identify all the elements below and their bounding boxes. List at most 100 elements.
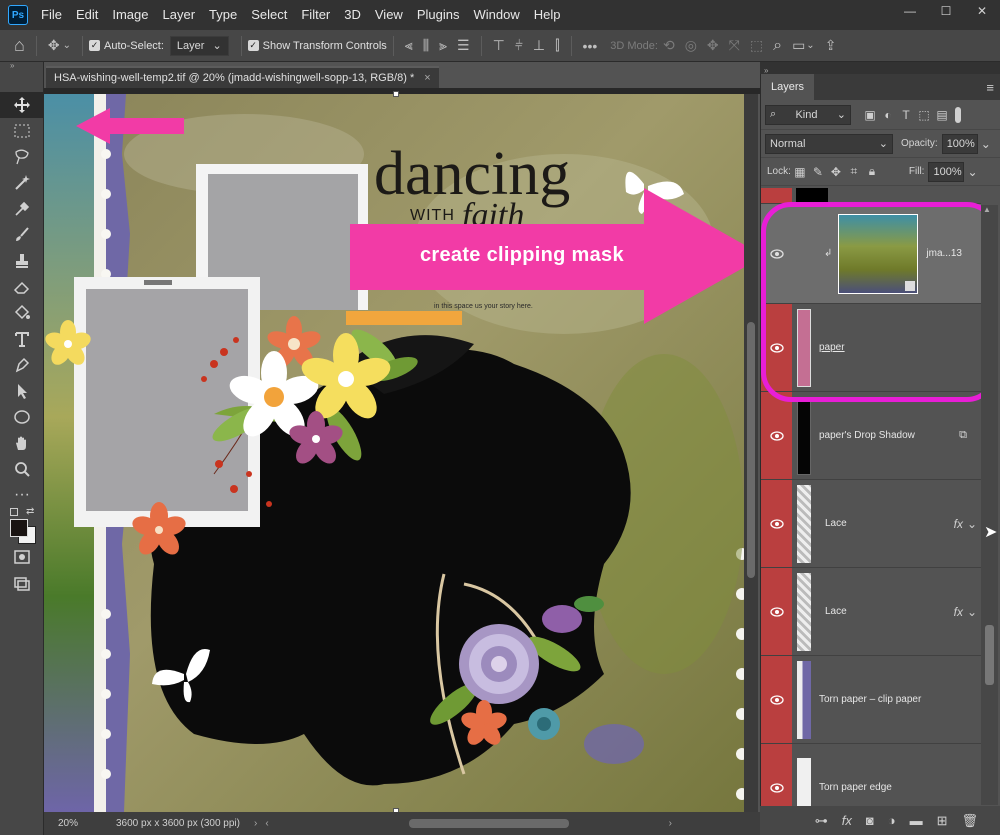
maximize-button[interactable]: ☐: [928, 0, 964, 22]
align-vertical-icon[interactable]: ☰: [457, 37, 470, 54]
auto-select-dropdown[interactable]: Layer ⌄: [169, 35, 229, 56]
chevron-down-icon[interactable]: ⌄: [63, 40, 71, 51]
scale-3d-icon[interactable]: ⬚: [750, 37, 763, 54]
new-group-icon[interactable]: ▬: [910, 813, 923, 828]
canvas-horizontal-scrollbar[interactable]: [408, 819, 569, 828]
screen-mode-tool[interactable]: [0, 570, 44, 596]
chevron-down-icon[interactable]: ⌄: [967, 605, 977, 619]
photoshop-logo-icon[interactable]: Ps: [8, 5, 28, 25]
lock-all-icon[interactable]: 🔒︎: [863, 163, 881, 181]
distribute-icon[interactable]: ⫿: [555, 37, 559, 54]
layer-row[interactable]: Lace fx ⌄: [761, 568, 981, 656]
visibility-cell[interactable]: [761, 744, 792, 806]
fx-icon[interactable]: fx: [954, 605, 963, 619]
smart-object-filter-icon[interactable]: ▤: [933, 106, 951, 124]
lasso-tool[interactable]: [0, 144, 44, 170]
close-tab-icon[interactable]: ×: [424, 72, 430, 84]
foreground-color-swatch[interactable]: [10, 519, 28, 537]
opacity-input[interactable]: 100%: [941, 133, 978, 154]
scroll-left-icon[interactable]: ‹: [265, 818, 268, 829]
orbit-icon[interactable]: ⟲: [663, 37, 675, 54]
swap-colors-icon[interactable]: ⇄: [26, 506, 34, 517]
align-bottom-icon[interactable]: ⊥: [533, 37, 545, 54]
chevron-down-icon[interactable]: ⌄: [806, 40, 814, 51]
visibility-cell[interactable]: [761, 188, 792, 203]
more-options-button[interactable]: •••: [583, 38, 598, 54]
hand-tool[interactable]: [0, 430, 44, 456]
lock-position-icon[interactable]: ✥: [827, 163, 845, 181]
marquee-tool[interactable]: [0, 118, 44, 144]
stamp-tool[interactable]: [0, 248, 44, 274]
visibility-cell[interactable]: [761, 568, 792, 655]
drag-3d-icon[interactable]: ✥: [707, 37, 719, 54]
show-transform-checkbox[interactable]: ✓: [247, 40, 259, 51]
document-canvas[interactable]: dancing WITH faith in this space us your…: [44, 94, 744, 812]
chevron-right-icon[interactable]: ›: [254, 818, 257, 829]
path-selection-tool[interactable]: [0, 378, 44, 404]
menu-help[interactable]: Help: [527, 0, 568, 30]
visibility-cell[interactable]: [761, 480, 792, 567]
canvas-scroll-thumb[interactable]: [747, 322, 755, 578]
workspace-icon[interactable]: ▭: [792, 37, 805, 54]
align-middle-icon[interactable]: ⫩: [515, 37, 523, 54]
document-tab[interactable]: HSA-wishing-well-temp2.tif @ 20% (jmadd-…: [46, 66, 439, 88]
link-layers-icon[interactable]: ⊶: [815, 813, 828, 829]
filter-toggle[interactable]: [955, 106, 961, 123]
layer-row[interactable]: Torn paper edge: [761, 744, 981, 806]
layer-row[interactable]: Torn paper – clip paper: [761, 656, 981, 744]
layer-row[interactable]: paper's Drop Shadow ⧉: [761, 392, 981, 480]
blend-mode-dropdown[interactable]: Normal ⌄: [765, 133, 893, 154]
search-icon[interactable]: ⌕: [773, 37, 782, 55]
layers-scroll-thumb[interactable]: [985, 625, 994, 685]
minimize-button[interactable]: —: [892, 0, 928, 22]
add-layer-style-icon[interactable]: fx: [842, 813, 852, 828]
quick-mask-tool[interactable]: [0, 544, 44, 570]
share-icon[interactable]: ⇪: [825, 37, 837, 54]
lock-pixels-icon[interactable]: ✎: [809, 163, 827, 181]
brush-tool[interactable]: [0, 222, 44, 248]
menu-image[interactable]: Image: [105, 0, 155, 30]
filter-kind-dropdown[interactable]: ⌕ Kind ⌄: [765, 104, 851, 125]
eyedropper-tool[interactable]: [0, 196, 44, 222]
align-right-icon[interactable]: ⫸: [439, 37, 447, 54]
layer-row[interactable]: Lace fx ⌄: [761, 480, 981, 568]
menu-view[interactable]: View: [368, 0, 410, 30]
align-center-icon[interactable]: ⫼: [423, 37, 429, 54]
visibility-cell[interactable]: [761, 392, 792, 479]
adjustment-filter-icon[interactable]: ◐: [879, 106, 897, 124]
visibility-cell[interactable]: [761, 656, 792, 743]
menu-window[interactable]: Window: [466, 0, 526, 30]
eraser-tool[interactable]: [0, 274, 44, 300]
menu-layer[interactable]: Layer: [156, 0, 203, 30]
chevron-down-icon[interactable]: ⌄: [967, 517, 977, 531]
menu-edit[interactable]: Edit: [69, 0, 105, 30]
magic-wand-tool[interactable]: [0, 170, 44, 196]
collapse-icon[interactable]: »: [0, 62, 43, 70]
adjustment-layer-icon[interactable]: ◑: [888, 813, 896, 828]
new-layer-icon[interactable]: ⊞: [937, 813, 948, 829]
tab-layers[interactable]: Layers: [761, 74, 815, 100]
lock-artboard-icon[interactable]: ⌗: [845, 163, 863, 181]
document-info[interactable]: 3600 px x 3600 px (300 ppi): [116, 818, 240, 829]
paint-bucket-tool[interactable]: [0, 300, 44, 326]
menu-plugins[interactable]: Plugins: [410, 0, 467, 30]
layers-scrollbar[interactable]: ▲: [981, 205, 998, 805]
fill-input[interactable]: 100%: [928, 161, 965, 182]
menu-select[interactable]: Select: [244, 0, 294, 30]
menu-file[interactable]: File: [34, 0, 69, 30]
menu-filter[interactable]: Filter: [294, 0, 337, 30]
add-mask-icon[interactable]: ◙: [866, 813, 874, 828]
close-window-button[interactable]: ✕: [964, 0, 1000, 22]
move-tool-preset-icon[interactable]: ✥: [48, 37, 60, 54]
more-tools-icon[interactable]: ···: [0, 482, 44, 508]
menu-type[interactable]: Type: [202, 0, 244, 30]
type-tool[interactable]: [0, 326, 44, 352]
panel-menu-icon[interactable]: ≡: [986, 80, 994, 95]
move-tool[interactable]: [0, 92, 44, 118]
chevron-down-icon[interactable]: ⌄: [967, 165, 977, 179]
type-filter-icon[interactable]: T: [897, 106, 915, 124]
default-colors-icon[interactable]: [10, 508, 18, 516]
ellipse-tool[interactable]: [0, 404, 44, 430]
chevron-down-icon[interactable]: ⌄: [981, 137, 991, 151]
fx-icon[interactable]: fx: [954, 517, 963, 531]
